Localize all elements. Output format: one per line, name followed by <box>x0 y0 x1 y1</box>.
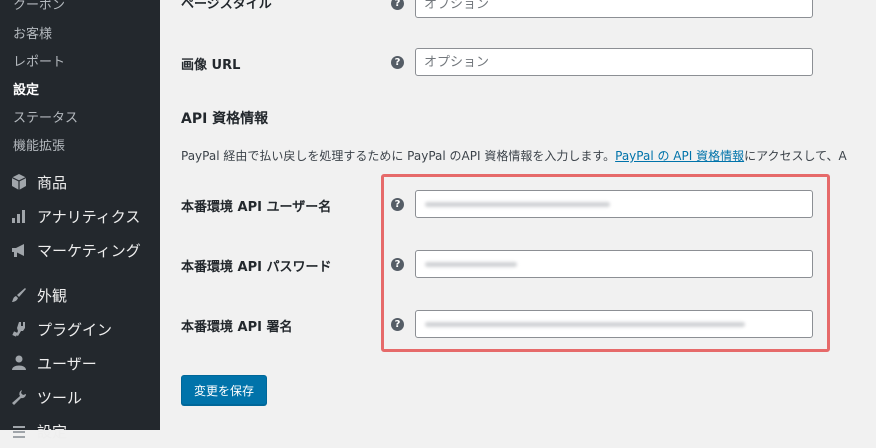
menu-item-settings[interactable]: 設定 <box>0 414 160 448</box>
menu-label-analytics: アナリティクス <box>37 207 141 226</box>
api-signature-label: 本番環境 API 署名 <box>181 320 293 335</box>
menu-label-plugins: プラグイン <box>37 320 113 339</box>
menu-item-users[interactable]: ユーザー <box>0 346 160 380</box>
menu-label-settings: 設定 <box>37 422 68 441</box>
description-text: PayPal 経由で払い戻しを処理するために PayPal のAPI 資格情報を… <box>181 149 616 163</box>
image-url-input[interactable] <box>415 48 813 76</box>
api-signature-input[interactable] <box>415 310 813 338</box>
settings-icon <box>9 421 29 441</box>
wrench-icon <box>9 387 29 407</box>
bar-chart-icon <box>9 206 29 226</box>
menu-label-appearance: 外観 <box>37 286 68 305</box>
box-icon <box>9 172 29 192</box>
api-password-input[interactable] <box>415 250 813 278</box>
help-icon[interactable]: ? <box>391 318 404 331</box>
menu-label-products: 商品 <box>37 173 68 192</box>
description-text-tail: にアクセスして、A <box>744 149 847 163</box>
redacted-value <box>425 322 745 327</box>
user-icon <box>9 353 29 373</box>
submenu-item-status[interactable]: ステータス <box>13 107 78 126</box>
redacted-value <box>425 262 517 267</box>
menu-item-products[interactable]: 商品 <box>0 165 160 199</box>
plugin-icon <box>9 319 29 339</box>
admin-sidebar: クーポン お客様 レポート 設定 ステータス 機能拡張 商品 アナリティクス マ… <box>0 0 160 441</box>
submenu-item-reports[interactable]: レポート <box>13 51 65 70</box>
api-credentials-heading: API 資格情報 <box>181 111 269 127</box>
submenu-item-customers[interactable]: お客様 <box>13 23 52 42</box>
menu-item-marketing[interactable]: マーケティング <box>0 233 160 267</box>
submenu-item-settings[interactable]: 設定 <box>13 79 39 98</box>
save-changes-button[interactable]: 変更を保存 <box>181 375 267 405</box>
api-username-input[interactable] <box>415 190 813 218</box>
submenu-item-extensions[interactable]: 機能拡張 <box>13 135 65 154</box>
megaphone-icon <box>9 240 29 260</box>
menu-label-marketing: マーケティング <box>37 241 141 260</box>
api-username-label: 本番環境 API ユーザー名 <box>181 200 332 215</box>
help-icon[interactable]: ? <box>391 198 404 211</box>
menu-item-plugins[interactable]: プラグイン <box>0 312 160 346</box>
api-credentials-description: PayPal 経由で払い戻しを処理するために PayPal のAPI 資格情報を… <box>181 147 847 164</box>
image-url-label: 画像 URL <box>181 58 241 73</box>
submenu-item-coupons[interactable]: クーポン <box>13 0 65 13</box>
help-icon[interactable]: ? <box>391 0 404 10</box>
paintbrush-icon <box>9 285 29 305</box>
redacted-value <box>425 202 610 207</box>
page-style-input[interactable] <box>415 0 813 18</box>
menu-item-analytics[interactable]: アナリティクス <box>0 199 160 233</box>
paypal-api-credentials-link[interactable]: PayPal の API 資格情報 <box>615 149 744 163</box>
help-icon[interactable]: ? <box>391 258 404 271</box>
menu-item-tools[interactable]: ツール <box>0 380 160 414</box>
page-style-label: ページスタイル <box>181 0 272 12</box>
menu-label-tools: ツール <box>37 388 83 407</box>
menu-item-appearance[interactable]: 外観 <box>0 278 160 312</box>
help-icon[interactable]: ? <box>391 56 404 69</box>
api-password-label: 本番環境 API パスワード <box>181 260 332 275</box>
menu-label-users: ユーザー <box>37 354 97 373</box>
